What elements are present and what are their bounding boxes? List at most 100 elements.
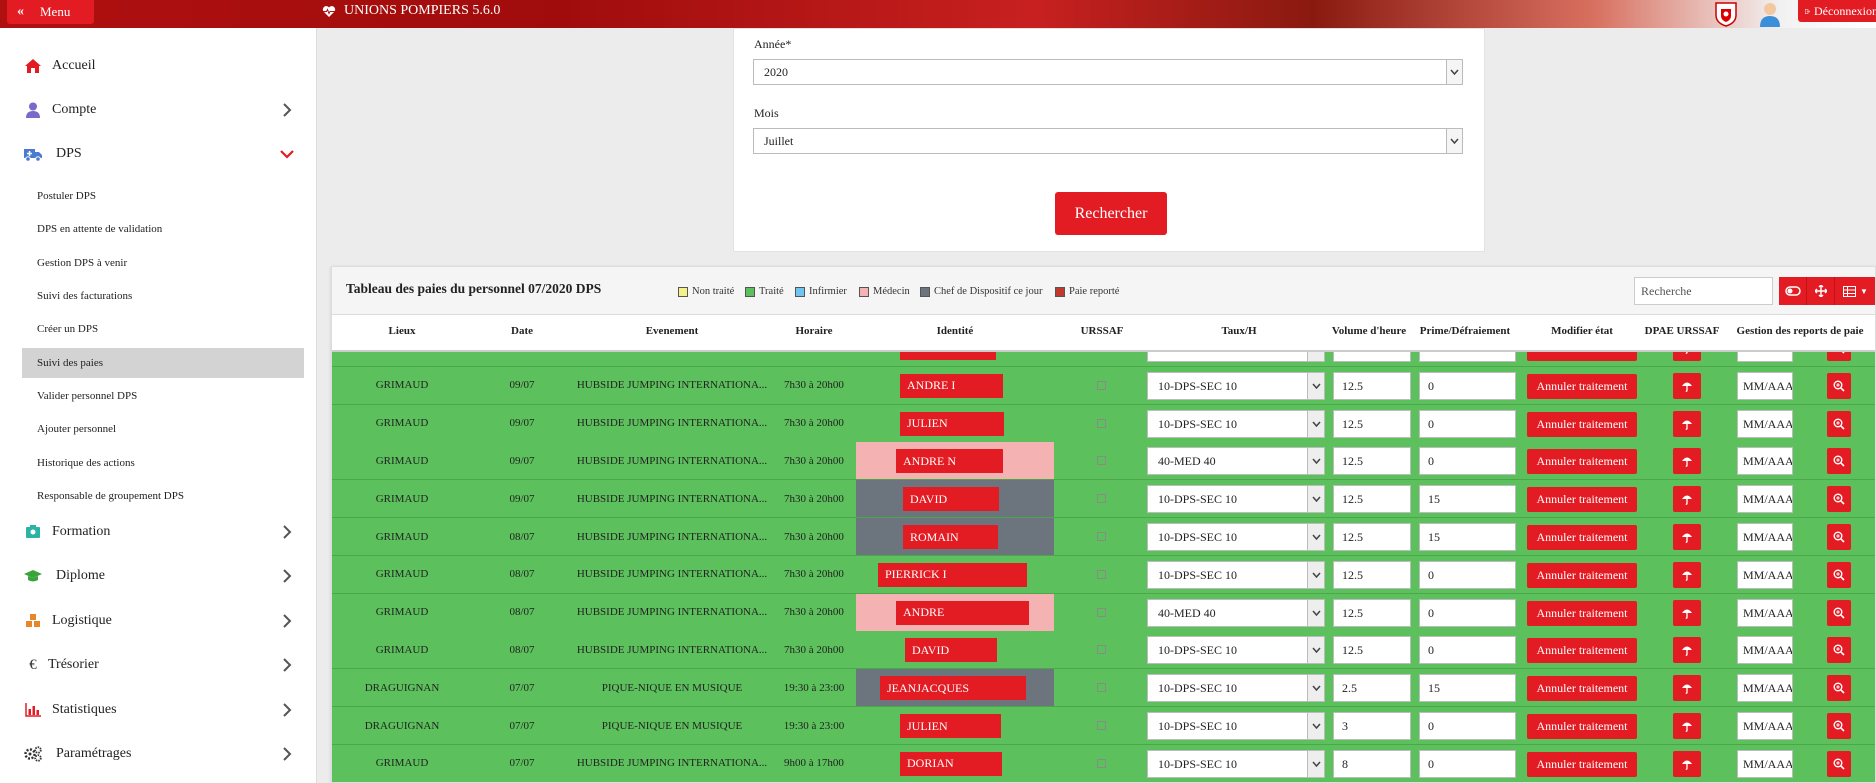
volume-input[interactable]: 3: [1333, 712, 1411, 740]
urssaf-checkbox[interactable]: [1097, 418, 1106, 428]
annuler-traitement-button[interactable]: Annuler traitement: [1527, 714, 1637, 739]
annuler-traitement-button[interactable]: Annuler traitement: [1527, 676, 1637, 702]
sidebar-item-diplome[interactable]: Diplome: [0, 556, 317, 596]
taux-select[interactable]: 10-DPS-SEC 10: [1147, 712, 1325, 740]
prime-input[interactable]: 15: [1419, 352, 1516, 362]
annuler-traitement-button[interactable]: Annuler traitement: [1527, 487, 1637, 513]
dpae-urssaf-button[interactable]: [1673, 486, 1701, 513]
volume-input[interactable]: 2.5: [1333, 674, 1411, 703]
sidebar-item-dps[interactable]: DPS: [0, 134, 317, 174]
report-search-button[interactable]: [1827, 410, 1851, 437]
taux-select[interactable]: 10-DPS-SEC 10: [1147, 749, 1325, 778]
volume-input[interactable]: 12.5: [1333, 523, 1411, 551]
col-header-lieux[interactable]: Lieux: [332, 325, 472, 337]
report-date-input[interactable]: MM/AAAA: [1737, 712, 1793, 740]
user-avatar-icon[interactable]: [1757, 1, 1783, 27]
menu-button[interactable]: « Menu: [7, 0, 94, 24]
annuler-traitement-button[interactable]: Annuler traitement: [1527, 373, 1637, 399]
annuler-traitement-button[interactable]: Annuler traitement: [1527, 562, 1637, 588]
volume-input[interactable]: 12.5: [1333, 636, 1411, 665]
sidebar-item-tresorier[interactable]: € Trésorier: [0, 645, 317, 685]
sidebar-item-parametrages[interactable]: Paramétrages: [0, 734, 317, 774]
report-search-button[interactable]: [1827, 372, 1851, 399]
urssaf-checkbox[interactable]: [1097, 645, 1106, 655]
report-search-button[interactable]: [1827, 352, 1851, 361]
taux-select[interactable]: 10-DPS-SEC 10: [1147, 409, 1325, 438]
prime-input[interactable]: 15: [1419, 674, 1516, 703]
report-date-input[interactable]: MM/AAAA: [1737, 674, 1793, 703]
report-search-button[interactable]: [1827, 486, 1851, 513]
col-header-horaire[interactable]: Horaire: [772, 325, 856, 337]
col-header-gestion-reports[interactable]: Gestion des reports de paie: [1725, 325, 1875, 337]
annuler-traitement-button[interactable]: Annuler traitement: [1527, 751, 1637, 777]
prime-input[interactable]: 0: [1419, 371, 1516, 400]
prime-input[interactable]: 0: [1419, 447, 1516, 476]
report-date-input[interactable]: MM/AAAA: [1737, 485, 1793, 514]
report-search-button[interactable]: [1827, 750, 1851, 777]
taux-select[interactable]: 10-DPS-SEC 10: [1147, 352, 1325, 362]
urssaf-checkbox[interactable]: [1097, 758, 1106, 768]
annuler-traitement-button[interactable]: Annuler traitement: [1527, 600, 1637, 626]
table-search-input[interactable]: Recherche: [1634, 277, 1773, 305]
volume-input[interactable]: 12.5: [1333, 598, 1411, 627]
urssaf-checkbox[interactable]: [1097, 683, 1106, 693]
col-header-urssaf[interactable]: URSSAF: [1054, 325, 1150, 337]
search-button[interactable]: Rechercher: [1055, 192, 1167, 235]
sidebar-item-statistiques[interactable]: Statistiques: [0, 690, 317, 730]
annuler-traitement-button[interactable]: Annuler traitement: [1527, 525, 1637, 550]
report-date-input[interactable]: MM/AAAA: [1737, 523, 1793, 551]
dpae-urssaf-button[interactable]: [1673, 599, 1701, 626]
sidebar-subitem-creer-dps[interactable]: Créer un DPS: [22, 314, 304, 344]
col-header-dpae-urssaf[interactable]: DPAE URSSAF: [1642, 325, 1722, 337]
prime-input[interactable]: 0: [1419, 749, 1516, 778]
report-date-input[interactable]: MM/AAAA: [1737, 598, 1793, 627]
urssaf-checkbox[interactable]: [1097, 380, 1106, 390]
volume-input[interactable]: 12.5: [1333, 560, 1411, 589]
sidebar-subitem-dps-attente[interactable]: DPS en attente de validation: [22, 214, 304, 244]
report-search-button[interactable]: [1827, 599, 1851, 626]
report-search-button[interactable]: [1827, 561, 1851, 588]
volume-input[interactable]: 12.5: [1333, 409, 1411, 438]
sidebar-item-formation[interactable]: Formation: [0, 512, 317, 552]
report-date-input[interactable]: MM/AAAA: [1737, 560, 1793, 589]
urssaf-checkbox[interactable]: [1097, 607, 1106, 617]
dpae-urssaf-button[interactable]: [1673, 637, 1701, 664]
annuler-traitement-button[interactable]: Annuler traitement: [1527, 411, 1637, 437]
taux-select[interactable]: 40-MED 40: [1147, 447, 1325, 476]
columns-menu-button[interactable]: ▼: [1835, 277, 1875, 305]
year-select[interactable]: 2020: [753, 59, 1463, 85]
prime-input[interactable]: 0: [1419, 712, 1516, 740]
col-header-date[interactable]: Date: [472, 325, 572, 337]
urssaf-checkbox[interactable]: [1097, 569, 1106, 579]
dpae-urssaf-button[interactable]: [1673, 372, 1701, 399]
report-search-button[interactable]: [1827, 448, 1851, 475]
taux-select[interactable]: 10-DPS-SEC 10: [1147, 371, 1325, 400]
report-search-button[interactable]: [1827, 637, 1851, 664]
report-date-input[interactable]: MM/AAAA: [1737, 371, 1793, 400]
taux-select[interactable]: 40-MED 40: [1147, 598, 1325, 627]
prime-input[interactable]: 0: [1419, 409, 1516, 438]
report-date-input[interactable]: MM/AAAA: [1737, 447, 1793, 476]
report-search-button[interactable]: [1827, 675, 1851, 702]
sidebar-subitem-ajouter-personnel[interactable]: Ajouter personnel: [22, 414, 304, 444]
sidebar-item-logistique[interactable]: Logistique: [0, 601, 317, 641]
toggle-columns-button[interactable]: [1779, 277, 1807, 305]
volume-input[interactable]: 8: [1333, 749, 1411, 778]
prime-input[interactable]: 15: [1419, 523, 1516, 551]
dpae-urssaf-button[interactable]: [1673, 352, 1701, 361]
prime-input[interactable]: 0: [1419, 560, 1516, 589]
volume-input[interactable]: 12.5: [1333, 371, 1411, 400]
sidebar-subitem-responsable-groupement[interactable]: Responsable de groupement DPS: [22, 481, 304, 511]
dpae-urssaf-button[interactable]: [1673, 448, 1701, 475]
dpae-urssaf-button[interactable]: [1673, 524, 1701, 550]
volume-input[interactable]: 12.5: [1333, 352, 1411, 362]
col-header-evenement[interactable]: Evenement: [572, 325, 772, 337]
taux-select[interactable]: 10-DPS-SEC 10: [1147, 560, 1325, 589]
sidebar-subitem-postuler-dps[interactable]: Postuler DPS: [22, 181, 304, 211]
sidebar-subitem-suivi-paies[interactable]: Suivi des paies: [22, 348, 304, 378]
report-search-button[interactable]: [1827, 713, 1851, 739]
logout-button[interactable]: Déconnexion: [1798, 0, 1876, 22]
dpae-urssaf-button[interactable]: [1673, 675, 1701, 702]
urssaf-checkbox[interactable]: [1097, 494, 1106, 504]
volume-input[interactable]: 12.5: [1333, 447, 1411, 476]
